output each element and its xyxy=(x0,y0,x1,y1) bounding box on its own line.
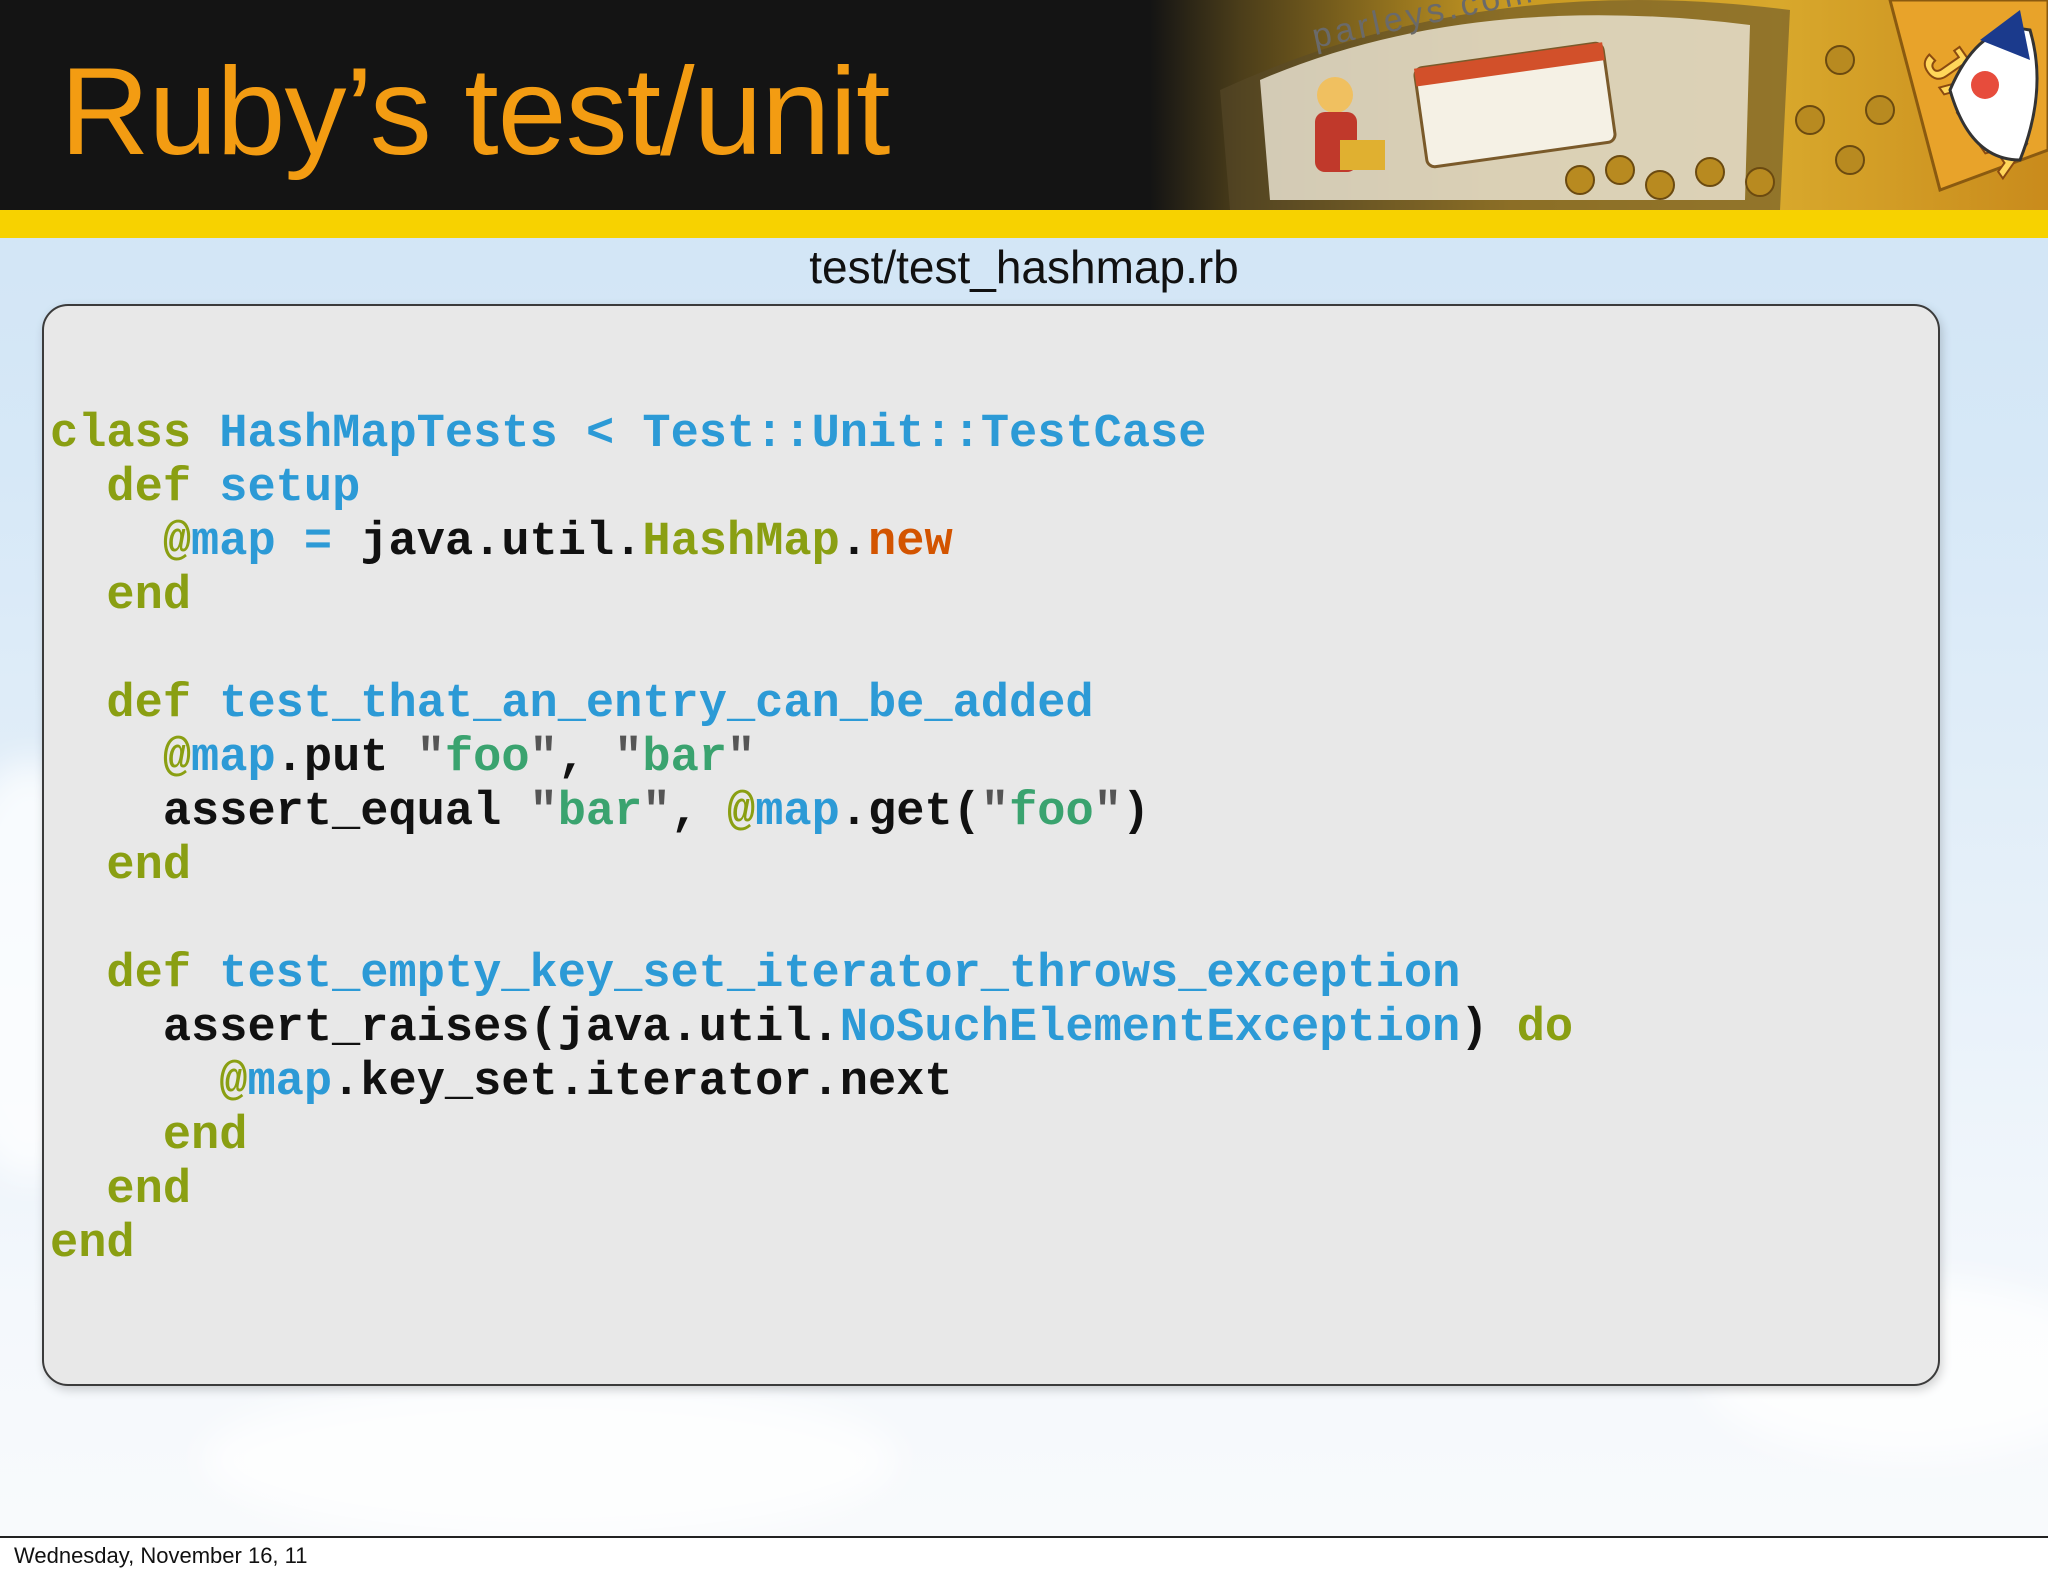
code-comma: , xyxy=(670,786,727,839)
code-keyword: end xyxy=(106,1164,192,1217)
code-keyword: do xyxy=(1516,1002,1574,1055)
code-call: assert_raises(java.util. xyxy=(162,1002,840,1055)
code-call: .put xyxy=(275,732,417,785)
code-ivar: map xyxy=(247,1056,333,1109)
code-quote: " xyxy=(642,786,671,839)
code-line: end xyxy=(50,1218,135,1271)
code-ivar: map xyxy=(191,516,276,569)
code-ivar-sigil: @ xyxy=(162,516,192,569)
code-ivar: map xyxy=(755,786,840,839)
code-ivar-sigil: @ xyxy=(219,1056,248,1109)
code-quote: " xyxy=(416,732,445,785)
code-line: end xyxy=(50,1110,248,1163)
code-keyword: end xyxy=(50,1218,135,1271)
code-method-name: test_empty_key_set_iterator_throws_excep… xyxy=(219,948,1461,1001)
code-keyword: end xyxy=(106,840,192,893)
slide: parleys.com Ruby’s test/unit test/test_h… xyxy=(0,0,2048,1536)
code-keyword: def xyxy=(106,678,192,731)
code-line: def test_empty_key_set_iterator_throws_e… xyxy=(50,948,1460,1001)
code-line: class HashMapTests < Test::Unit::TestCas… xyxy=(50,408,1206,461)
code-method-name: setup xyxy=(219,462,361,515)
code-quote: " xyxy=(980,786,1010,839)
code-line: @map.put "foo", "bar" xyxy=(50,732,755,785)
code-call: assert_equal xyxy=(162,786,530,839)
code-string: bar xyxy=(642,732,728,785)
slide-title: Ruby’s test/unit xyxy=(60,43,890,181)
code-new-keyword: new xyxy=(868,516,953,569)
code-line: def test_that_an_entry_can_be_added xyxy=(50,678,1094,731)
code-call: .get( xyxy=(839,786,981,839)
code-ivar-sigil: @ xyxy=(726,786,756,839)
code-paren: ) xyxy=(1121,786,1151,839)
code-line: end xyxy=(50,840,191,893)
code-call: .key_set.iterator.next xyxy=(332,1056,953,1109)
code-line: end xyxy=(50,570,191,623)
code-line: assert_equal "bar", @map.get("foo") xyxy=(50,786,1150,839)
code-quote: " xyxy=(1093,786,1122,839)
file-name-caption: test/test_hashmap.rb xyxy=(809,241,1239,293)
code-operator: < xyxy=(585,408,615,461)
accent-bar xyxy=(0,210,2048,238)
code-line: @map.key_set.iterator.next xyxy=(50,1056,953,1109)
code-string: foo xyxy=(1009,786,1094,839)
code-ivar-sigil: @ xyxy=(162,732,192,785)
code-comma: , xyxy=(557,732,615,785)
code-keyword: def xyxy=(106,948,192,1001)
code-keyword: class xyxy=(50,408,192,461)
code-dot: . xyxy=(839,516,869,569)
code-quote: " xyxy=(529,786,558,839)
code-package: java.util. xyxy=(360,516,643,569)
code-operator: = xyxy=(303,516,333,569)
code-keyword: def xyxy=(106,462,192,515)
banner-illustration-graphic: parleys.com xyxy=(1220,0,2048,210)
code-quote: " xyxy=(727,732,756,785)
code-line: @map = java.util.HashMap.new xyxy=(50,516,953,569)
footer-date: Wednesday, November 16, 11 xyxy=(14,1543,308,1568)
code-parent-class: Test::Unit::TestCase xyxy=(642,408,1207,461)
code-quote: " xyxy=(529,732,558,785)
cloud-decoration xyxy=(200,1380,900,1536)
code-keyword: end xyxy=(162,1110,248,1163)
footer-divider xyxy=(0,1536,2048,1538)
code-class-ref: HashMap xyxy=(642,516,840,569)
code-quote: " xyxy=(614,732,643,785)
parleys-banner-illustration: parleys.com xyxy=(1150,0,2048,210)
code-class-name: HashMapTests xyxy=(219,408,558,461)
code-class-ref: NoSuchElementException xyxy=(839,1002,1461,1055)
code-paren: ) xyxy=(1460,1002,1489,1055)
code-line: assert_raises(java.util.NoSuchElementExc… xyxy=(50,1002,1573,1055)
code-line: end xyxy=(50,1164,191,1217)
code-block: class HashMapTests < Test::Unit::TestCas… xyxy=(50,408,1573,1272)
code-ivar: map xyxy=(191,732,276,785)
code-string: foo xyxy=(444,732,530,785)
code-method-name: test_that_an_entry_can_be_added xyxy=(219,678,1094,731)
code-line: def setup xyxy=(50,462,360,515)
code-keyword: end xyxy=(106,570,192,623)
slide-header: parleys.com Ruby’s test/unit xyxy=(0,0,2048,210)
code-string: bar xyxy=(557,786,643,839)
